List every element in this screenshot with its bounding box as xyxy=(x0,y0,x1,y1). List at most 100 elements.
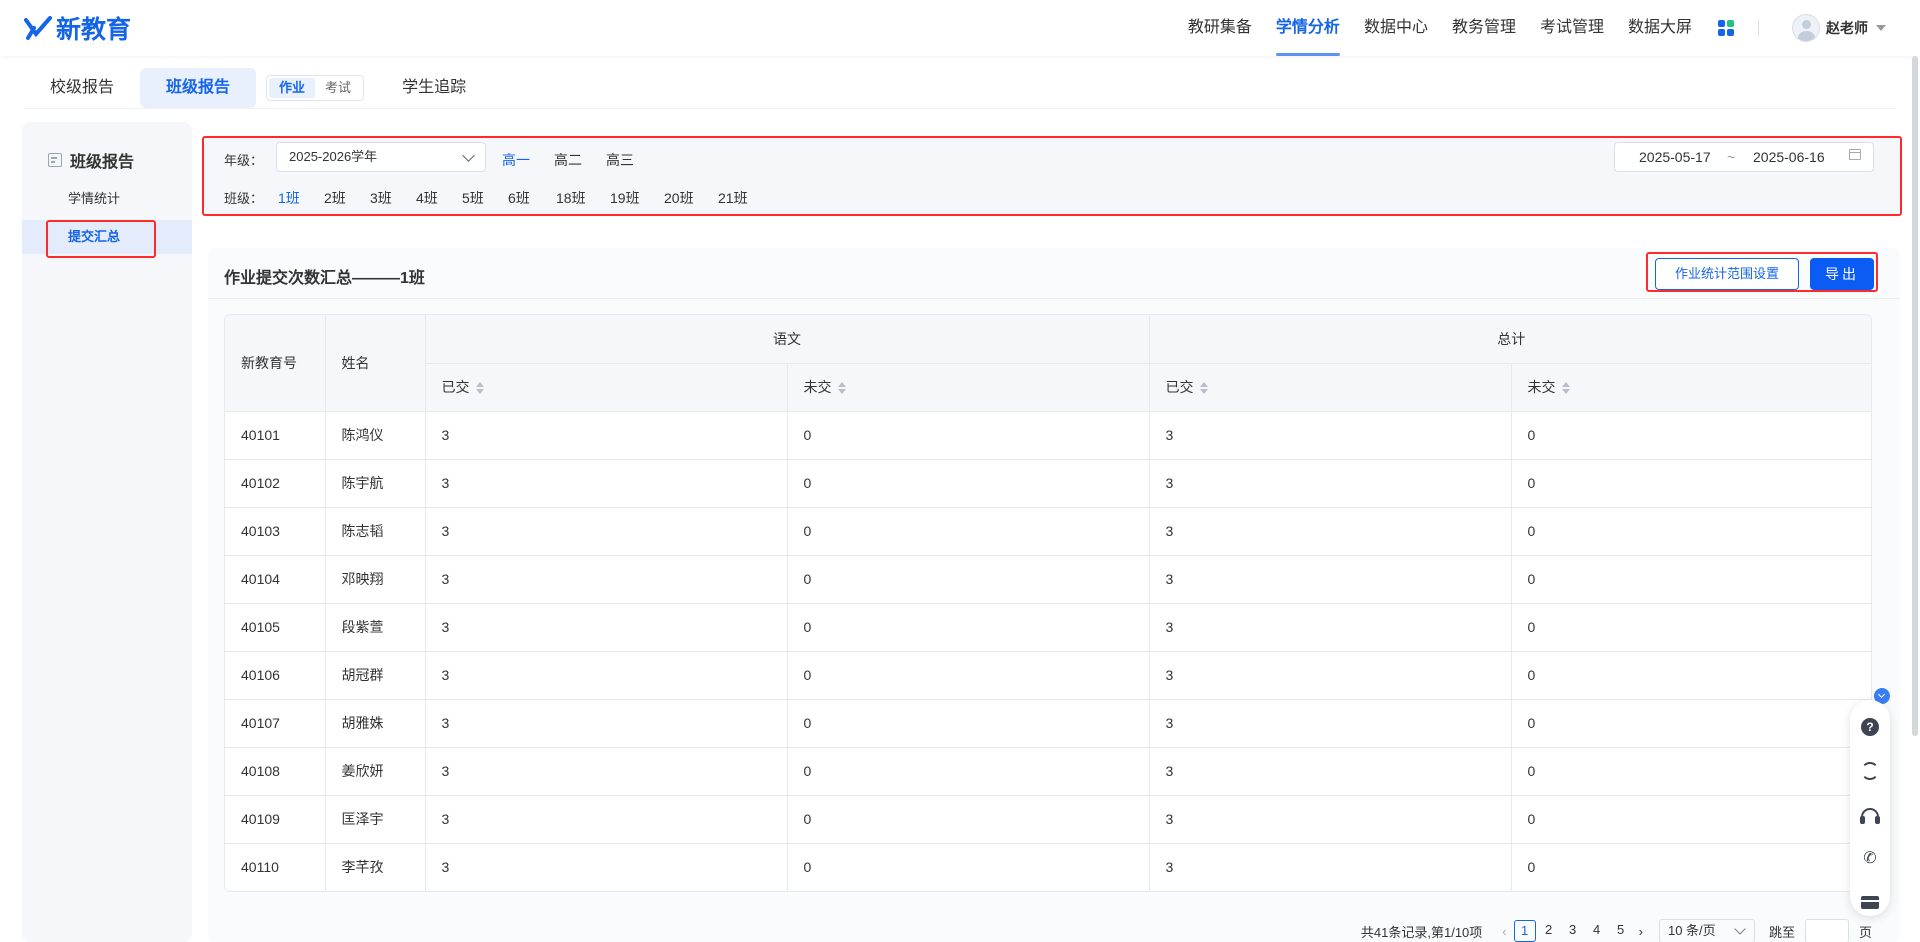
column-header-total-submitted[interactable]: 已交 xyxy=(1149,363,1512,412)
class-option-6[interactable]: 6班 xyxy=(508,188,530,208)
page-2[interactable]: 2 xyxy=(1538,920,1560,942)
cell-total-submitted: 3 xyxy=(1149,843,1512,891)
cell-total-unsubmitted: 0 xyxy=(1511,459,1871,508)
nav-item-learning-analysis[interactable]: 学情分析 xyxy=(1275,0,1340,56)
sidebar-item-learning-stats[interactable]: 学情统计 xyxy=(22,182,192,216)
table-row: 40107 胡雅姝 3 0 3 0 xyxy=(225,699,1871,748)
table-row: 40101 陈鸿仪 3 0 3 0 xyxy=(225,411,1871,460)
statistics-range-settings-button[interactable]: 作业统计范围设置 xyxy=(1655,258,1799,290)
toggle-homework[interactable]: 作业 xyxy=(269,78,316,98)
cell-chinese-submitted: 3 xyxy=(425,699,788,748)
tabs-divider xyxy=(24,108,1896,109)
column-header-chinese-unsubmitted[interactable]: 未交 xyxy=(787,363,1150,412)
column-header-total-unsubmitted[interactable]: 未交 xyxy=(1511,363,1871,412)
sort-icon[interactable] xyxy=(475,382,484,395)
cell-chinese-unsubmitted: 0 xyxy=(787,699,1150,748)
class-option-20[interactable]: 20班 xyxy=(664,188,694,208)
class-option-1[interactable]: 1班 xyxy=(278,188,300,208)
avatar xyxy=(1792,14,1820,42)
nav-item-academic-affairs[interactable]: 教务管理 xyxy=(1452,0,1516,56)
user-menu[interactable]: 赵老师 xyxy=(1792,14,1886,42)
cell-chinese-submitted: 3 xyxy=(425,843,788,891)
next-page-icon[interactable]: › xyxy=(1639,924,1643,939)
cell-chinese-unsubmitted: 0 xyxy=(787,795,1150,844)
headset-icon[interactable] xyxy=(1860,808,1880,824)
logo[interactable]: 新教育 xyxy=(24,10,131,46)
tab-class-report[interactable]: 班级报告 xyxy=(140,68,257,108)
vertical-scrollbar[interactable] xyxy=(1912,56,1918,736)
table-row: 40109 匡泽宇 3 0 3 0 xyxy=(225,795,1871,844)
page-size-select[interactable]: 10 条/页 xyxy=(1658,919,1755,942)
jump-label: 跳至 xyxy=(1768,924,1795,940)
cell-total-submitted: 3 xyxy=(1149,747,1512,796)
pagination-total: 共41条记录,第1/10项 xyxy=(1360,924,1483,940)
header-label: 未交 xyxy=(1527,379,1556,395)
apps-grid-icon[interactable] xyxy=(1718,20,1734,36)
grade-option-3[interactable]: 高三 xyxy=(606,150,634,170)
pagination: 共41条记录,第1/10项 ‹ 1 2 3 4 5 › 10 条/页 跳至 页 xyxy=(1360,919,1872,942)
main-nav: 教研集备 学情分析 数据中心 教务管理 考试管理 数据大屏 xyxy=(1164,0,1692,56)
page-1[interactable]: 1 xyxy=(1513,920,1536,942)
phone-icon[interactable]: ✆ xyxy=(1861,850,1879,868)
page-unit-label: 页 xyxy=(1858,924,1872,940)
school-year-select[interactable]: 2025-2026学年 xyxy=(276,142,486,172)
sort-icon[interactable] xyxy=(1199,382,1208,395)
cell-total-unsubmitted: 0 xyxy=(1511,507,1871,556)
jump-page-input[interactable] xyxy=(1804,919,1849,942)
header-label: 已交 xyxy=(1165,379,1194,395)
cell-total-submitted: 3 xyxy=(1149,507,1512,556)
prev-page-icon[interactable]: ‹ xyxy=(1502,924,1506,939)
table-row: 40106 胡冠群 3 0 3 0 xyxy=(225,651,1871,700)
cell-chinese-submitted: 3 xyxy=(425,603,788,652)
sort-icon[interactable] xyxy=(837,382,846,395)
sort-icon[interactable] xyxy=(1561,382,1570,395)
nav-item-teaching-research[interactable]: 教研集备 xyxy=(1188,0,1252,56)
class-option-19[interactable]: 19班 xyxy=(610,188,640,208)
cell-total-submitted: 3 xyxy=(1149,699,1512,748)
nav-item-exam-management[interactable]: 考试管理 xyxy=(1540,0,1604,56)
cell-total-unsubmitted: 0 xyxy=(1511,747,1871,796)
date-start: 2025-05-17 xyxy=(1639,149,1711,165)
card-divider xyxy=(208,298,1900,299)
help-icon[interactable]: ? xyxy=(1861,718,1879,736)
toggle-exam[interactable]: 考试 xyxy=(315,78,361,98)
class-option-2[interactable]: 2班 xyxy=(324,188,346,208)
class-option-21[interactable]: 21班 xyxy=(718,188,748,208)
cell-total-submitted: 3 xyxy=(1149,555,1512,604)
page-3[interactable]: 3 xyxy=(1562,920,1584,942)
cell-name: 匡泽宇 xyxy=(325,795,426,844)
sidebar-title-label: 班级报告 xyxy=(70,154,135,171)
cell-chinese-submitted: 3 xyxy=(425,747,788,796)
class-option-18[interactable]: 18班 xyxy=(556,188,586,208)
card-title: 作业提交次数汇总———1班 xyxy=(224,270,425,287)
refresh-icon[interactable] xyxy=(1861,762,1879,780)
chevron-down-icon xyxy=(1734,923,1746,935)
sidebar-item-submission-summary[interactable]: 提交汇总 xyxy=(22,220,192,254)
page-4[interactable]: 4 xyxy=(1586,920,1608,942)
class-label: 班级： xyxy=(224,191,264,206)
date-range-picker[interactable]: 2025-05-17 ~ 2025-06-16 xyxy=(1614,142,1874,172)
cell-chinese-unsubmitted: 0 xyxy=(787,411,1150,460)
column-header-chinese-submitted[interactable]: 已交 xyxy=(425,363,788,412)
column-group-total: 总计 xyxy=(1149,315,1871,364)
cell-student-id: 40107 xyxy=(225,699,326,748)
tab-student-tracking[interactable]: 学生追踪 xyxy=(390,68,478,108)
grade-option-2[interactable]: 高二 xyxy=(554,150,582,170)
class-option-3[interactable]: 3班 xyxy=(370,188,392,208)
cell-name: 胡雅姝 xyxy=(325,699,426,748)
nav-item-data-screen[interactable]: 数据大屏 xyxy=(1628,0,1692,56)
cell-name: 陈鸿仪 xyxy=(325,411,426,460)
tab-school-report[interactable]: 校级报告 xyxy=(24,68,140,108)
page-5[interactable]: 5 xyxy=(1610,920,1632,942)
nav-item-data-center[interactable]: 数据中心 xyxy=(1364,0,1428,56)
grade-option-1[interactable]: 高一 xyxy=(502,150,530,170)
class-option-5[interactable]: 5班 xyxy=(462,188,484,208)
export-button[interactable]: 导出 xyxy=(1810,258,1874,290)
cell-total-submitted: 3 xyxy=(1149,411,1512,460)
card-icon[interactable] xyxy=(1861,896,1879,909)
cell-chinese-submitted: 3 xyxy=(425,651,788,700)
floating-toolbar: ? ✆ xyxy=(1850,700,1890,916)
cell-chinese-submitted: 3 xyxy=(425,795,788,844)
cell-total-submitted: 3 xyxy=(1149,459,1512,508)
class-option-4[interactable]: 4班 xyxy=(416,188,438,208)
